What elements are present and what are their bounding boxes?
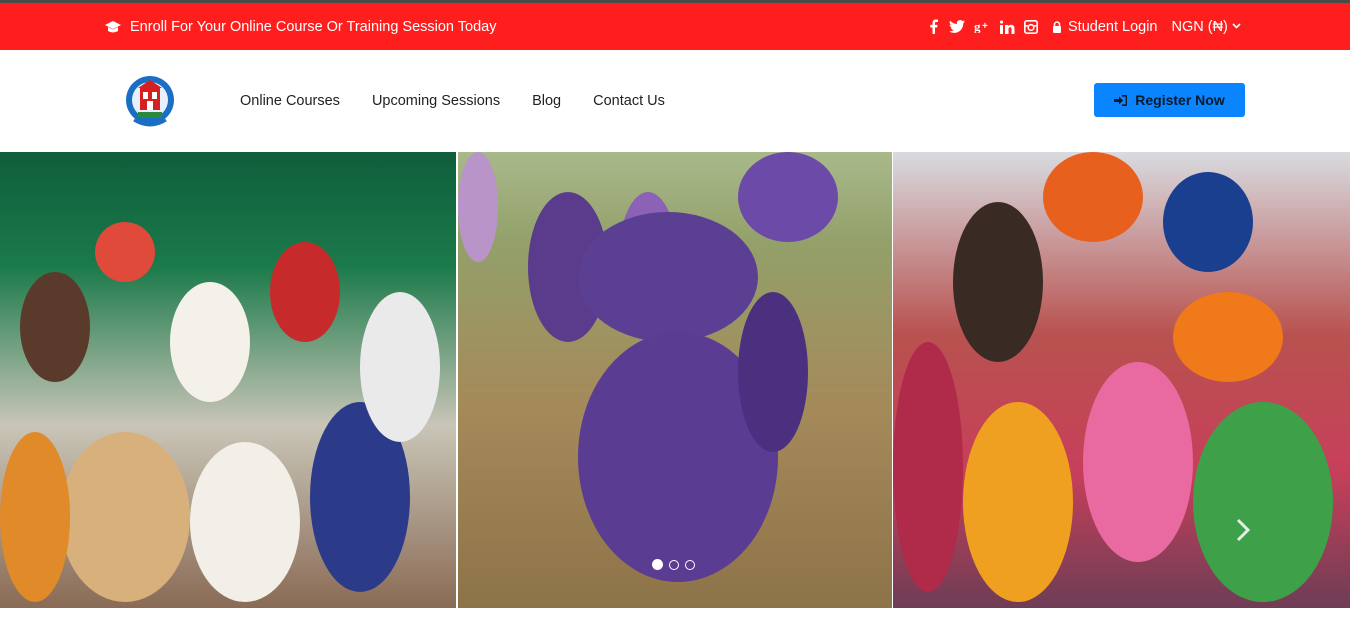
linkedin-icon[interactable]	[1000, 19, 1015, 34]
nav-blog[interactable]: Blog	[532, 93, 561, 109]
student-login-link[interactable]: Student Login	[1052, 19, 1158, 35]
svg-text:+: +	[982, 21, 988, 32]
register-now-label: Register Now	[1135, 92, 1225, 108]
promo-text: Enroll For Your Online Course Or Trainin…	[130, 18, 497, 35]
main-navbar: Online Courses Upcoming Sessions Blog Co…	[0, 50, 1350, 152]
top-bar-right: g + Student Login NGN (₦)	[926, 3, 1241, 50]
student-login-label: Student Login	[1068, 18, 1158, 35]
school-logo[interactable]	[124, 70, 176, 132]
currency-label: NGN (₦)	[1171, 18, 1228, 35]
carousel-dot-3[interactable]	[685, 559, 695, 570]
hero-photo-children-field	[458, 152, 892, 608]
hero-photo-children-group	[0, 152, 456, 608]
lock-icon	[1053, 20, 1061, 33]
register-now-button[interactable]: Register Now	[1094, 83, 1245, 117]
hero-carousel	[0, 152, 1350, 608]
facebook-icon[interactable]	[926, 19, 940, 34]
svg-text:g: g	[974, 20, 981, 33]
nav-contact-us[interactable]: Contact Us	[593, 93, 665, 109]
nav-links: Online Courses Upcoming Sessions Blog Co…	[240, 50, 697, 152]
twitter-icon[interactable]	[949, 20, 965, 33]
nav-upcoming-sessions[interactable]: Upcoming Sessions	[372, 93, 500, 109]
chevron-down-icon	[1232, 21, 1241, 32]
carousel-indicators	[652, 559, 695, 570]
carousel-next-arrow[interactable]	[1236, 518, 1251, 549]
google-plus-icon[interactable]: g +	[974, 20, 991, 33]
graduation-cap-icon	[105, 20, 121, 32]
nav-online-courses[interactable]: Online Courses	[240, 93, 340, 109]
top-bar: Enroll For Your Online Course Or Trainin…	[0, 3, 1350, 50]
carousel-dot-2[interactable]	[669, 559, 679, 570]
hero-photo-children-cultural	[893, 152, 1350, 608]
instagram-icon[interactable]	[1024, 19, 1038, 34]
carousel-dot-1[interactable]	[652, 559, 663, 570]
currency-selector[interactable]: NGN (₦)	[1172, 19, 1241, 35]
enroll-promo: Enroll For Your Online Course Or Trainin…	[104, 3, 496, 50]
sign-in-icon	[1114, 94, 1128, 106]
social-links: g +	[926, 19, 1038, 34]
